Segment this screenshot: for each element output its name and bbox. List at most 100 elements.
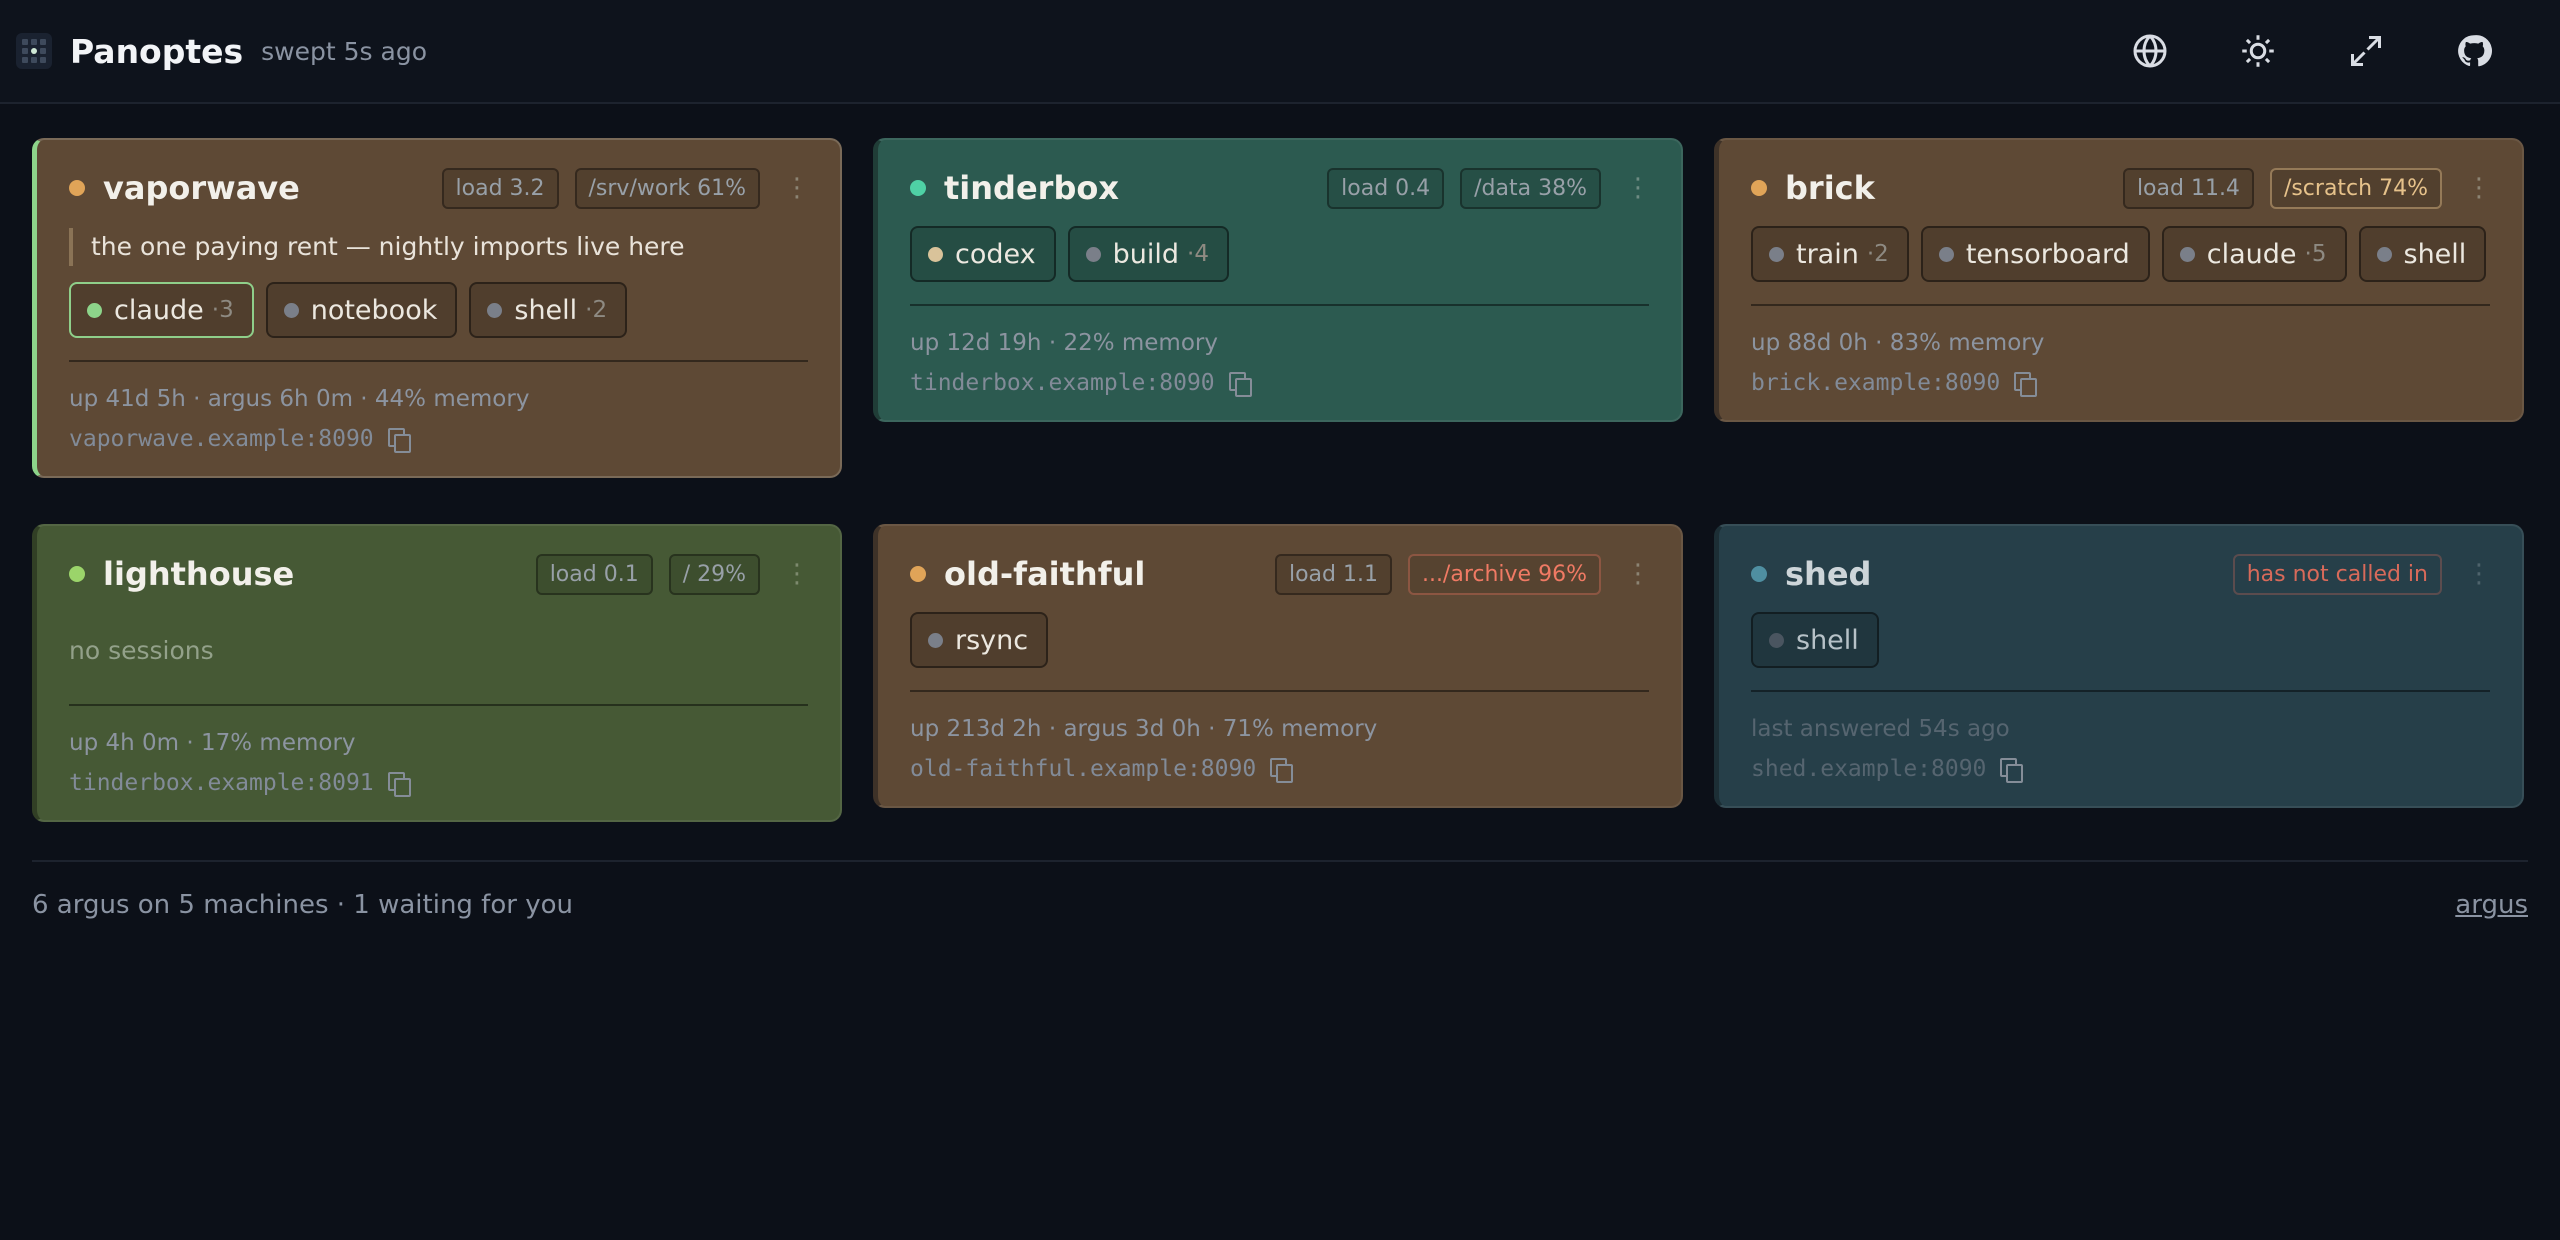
status-dot [910,566,926,582]
github-icon [2458,35,2492,67]
session-dot [928,632,943,648]
divider [910,690,1649,692]
machine-name: lighthouse [103,555,295,593]
machine-address: tinderbox.example:8091 [69,770,374,796]
session-count: ·5 [2304,241,2327,267]
divider [69,360,808,362]
machine-meta: up 4h 0m · 17% memory [69,730,356,756]
session-dot [283,302,299,318]
machine-name: shed [1785,555,1872,593]
more-menu-icon[interactable]: ⋮ [1625,559,1651,589]
machine-card-tinderbox[interactable]: tinderbox load 0.4 /data 38% ⋮ codex bui… [873,138,1683,422]
machine-meta: up 41d 5h · argus 6h 0m · 44% memory [69,386,530,412]
machine-name: tinderbox [944,169,1119,207]
session-dot [87,302,102,318]
session-chip[interactable]: rsync [910,612,1049,668]
more-menu-icon[interactable]: ⋮ [1625,173,1651,203]
session-label: shell [2403,238,2467,270]
session-chip[interactable]: claude ·5 [2161,226,2347,282]
session-chip[interactable]: train ·2 [1751,226,1909,282]
machine-note: the one paying rent — nightly imports li… [69,228,808,266]
more-menu-icon[interactable]: ⋮ [2466,173,2492,203]
machine-card-old-faithful[interactable]: old-faithful load 1.1 .../archive 96% ⋮ … [873,524,1683,808]
session-chip[interactable]: codex [910,226,1056,282]
session-dot [1769,246,1784,262]
copy-icon[interactable] [387,772,411,797]
session-dot [1085,246,1101,262]
disk-badge: /scratch 74% [2269,167,2442,209]
sun-icon [2242,35,2274,67]
session-chip[interactable]: shell [1751,612,1879,668]
session-label: rsync [955,624,1029,656]
load-badge: load 3.2 [441,167,559,209]
divider [1751,304,2490,306]
copy-icon[interactable] [1270,758,1294,783]
status-dot [1751,180,1767,196]
machine-name: old-faithful [944,555,1146,593]
session-count: ·2 [585,297,608,323]
machine-card-brick[interactable]: brick load 11.4 /scratch 74% ⋮ train ·2 t… [1714,138,2524,422]
session-dot [928,246,943,262]
session-count: ·3 [211,297,234,323]
machine-card-shed[interactable]: shed has not called in ⋮ shell last answ… [1714,524,2524,808]
session-dot [1769,632,1784,648]
session-label: codex [955,238,1036,270]
status-dot [69,566,85,582]
machine-grid: vaporwave load 3.2 /srv/work 61% ⋮ the o… [32,138,2524,824]
expand-icon [2351,36,2381,66]
session-label: train [1796,238,1859,270]
machine-address: old-faithful.example:8090 [910,756,1257,782]
disk-badge: .../archive 96% [1407,553,1601,595]
copy-icon[interactable] [2014,372,2038,397]
disk-badge: / 29% [668,553,760,595]
load-badge: load 0.4 [1327,167,1445,209]
copy-icon[interactable] [387,428,411,453]
load-badge: load 0.1 [535,553,653,595]
status-dot [910,180,926,196]
session-label: claude [2206,238,2297,270]
machine-card-lighthouse[interactable]: lighthouse load 0.1 / 29% ⋮ no sessions … [32,524,842,822]
language-button[interactable] [2096,11,2204,91]
session-dot [2179,246,2195,262]
session-label: shell [514,294,578,326]
session-count: ·2 [1866,241,1889,267]
session-chip[interactable]: build ·4 [1067,226,1229,282]
globe-icon [2133,34,2167,68]
load-badge: load 1.1 [1274,553,1392,595]
session-chip[interactable]: tensorboard [1920,226,2150,282]
more-menu-icon[interactable]: ⋮ [2466,559,2492,589]
session-dot [2376,246,2392,262]
more-menu-icon[interactable]: ⋮ [784,173,810,203]
divider [69,704,808,706]
more-menu-icon[interactable]: ⋮ [784,559,810,589]
session-chip[interactable]: notebook [265,282,458,338]
session-chip[interactable]: shell [2358,226,2487,282]
machine-name: brick [1785,169,1875,207]
disk-badge: /data 38% [1460,167,1601,209]
session-chip[interactable]: shell ·2 [469,282,628,338]
session-chip[interactable]: claude ·3 [69,282,254,338]
machine-address: vaporwave.example:8090 [69,426,374,452]
fullscreen-button[interactable] [2312,11,2420,91]
machine-card-vaporwave[interactable]: vaporwave load 3.2 /srv/work 61% ⋮ the o… [32,138,842,478]
status-dot [1751,566,1767,582]
offline-badge: has not called in [2232,553,2442,595]
github-link[interactable] [2420,11,2528,91]
divider [1751,690,2490,692]
disk-badge: /srv/work 61% [574,167,760,209]
toolbar [2096,11,2528,91]
session-dot [1938,246,1954,262]
argus-link[interactable]: argus [2455,890,2528,920]
top-bar: Panoptes swept 5s ago [0,0,2560,104]
divider [910,304,1649,306]
session-label: shell [1796,624,1859,656]
sweep-status: swept 5s ago [261,36,427,66]
machine-meta: last answered 54s ago [1751,716,2010,742]
machine-address: shed.example:8090 [1751,756,1987,782]
app-title: Panoptes [70,31,244,71]
machine-address: brick.example:8090 [1751,370,2001,396]
copy-icon[interactable] [1228,372,1252,397]
copy-icon[interactable] [2000,758,2024,783]
no-sessions-text: no sessions [69,636,214,665]
theme-toggle-button[interactable] [2204,11,2312,91]
